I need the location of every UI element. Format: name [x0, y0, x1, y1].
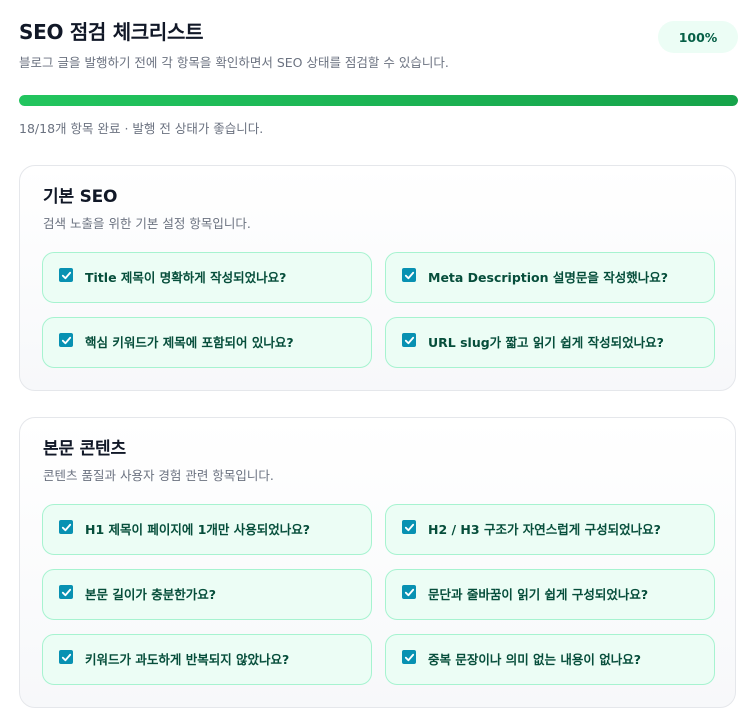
header: SEO 점검 체크리스트 블로그 글을 발행하기 전에 각 항목을 확인하면서 … [19, 18, 738, 72]
checklist-item[interactable]: 핵심 키워드가 제목에 포함되어 있나요? [42, 317, 372, 368]
checkbox-checked-icon[interactable] [402, 650, 416, 664]
section-basic-seo: 기본 SEO 검색 노출을 위한 기본 설정 항목입니다. Title 제목이 … [19, 165, 736, 391]
checklist-item[interactable]: 중복 문장이나 의미 없는 내용이 없나요? [385, 634, 715, 685]
checklist-item[interactable]: 본문 길이가 충분한가요? [42, 569, 372, 620]
section-description: 검색 노출을 위한 기본 설정 항목입니다. [43, 216, 251, 231]
progress-bar [19, 95, 738, 106]
checklist-item[interactable]: H1 제목이 페이지에 1개만 사용되었나요? [42, 504, 372, 555]
checkbox-checked-icon[interactable] [59, 650, 73, 664]
checklist-item-label: 키워드가 과도하게 반복되지 않았나요? [85, 652, 290, 667]
checklist-grid: Title 제목이 명확하게 작성되었나요? Meta Description … [42, 252, 716, 368]
checklist-item[interactable]: H2 / H3 구조가 자연스럽게 구성되었나요? [385, 504, 715, 555]
checklist-item[interactable]: 문단과 줄바꿈이 읽기 쉽게 구성되었나요? [385, 569, 715, 620]
checklist-item-label: 본문 길이가 충분한가요? [85, 587, 216, 602]
page-subtitle: 블로그 글을 발행하기 전에 각 항목을 확인하면서 SEO 상태를 점검할 수… [19, 55, 449, 70]
checklist-item-label: Meta Description 설명문을 작성했나요? [428, 270, 668, 285]
checkbox-checked-icon[interactable] [402, 268, 416, 282]
checklist-item[interactable]: 키워드가 과도하게 반복되지 않았나요? [42, 634, 372, 685]
checkbox-checked-icon[interactable] [59, 333, 73, 347]
checklist-item[interactable]: URL slug가 짧고 읽기 쉽게 작성되었나요? [385, 317, 715, 368]
checklist-item-label: 문단과 줄바꿈이 읽기 쉽게 구성되었나요? [428, 587, 649, 602]
checklist-item[interactable]: Meta Description 설명문을 작성했나요? [385, 252, 715, 303]
section-body-content: 본문 콘텐츠 콘텐츠 품질과 사용자 경험 관련 항목입니다. H1 제목이 페… [19, 417, 736, 708]
checklist-item[interactable]: Title 제목이 명확하게 작성되었나요? [42, 252, 372, 303]
checkbox-checked-icon[interactable] [59, 520, 73, 534]
progress-status-text: 18/18개 항목 완료 · 발행 전 상태가 좋습니다. [19, 121, 264, 136]
checklist-item-label: Title 제목이 명확하게 작성되었나요? [85, 270, 287, 285]
checklist-item-label: H2 / H3 구조가 자연스럽게 구성되었나요? [428, 522, 661, 537]
section-description: 콘텐츠 품질과 사용자 경험 관련 항목입니다. [43, 468, 274, 483]
checkbox-checked-icon[interactable] [59, 585, 73, 599]
checkbox-checked-icon[interactable] [402, 520, 416, 534]
checkbox-checked-icon[interactable] [402, 333, 416, 347]
section-title: 본문 콘텐츠 [43, 439, 126, 459]
checklist-item-label: 중복 문장이나 의미 없는 내용이 없나요? [428, 652, 642, 667]
progress-fill [19, 95, 738, 106]
completion-badge: 100% [658, 21, 738, 53]
seo-checklist-page: SEO 점검 체크리스트 블로그 글을 발행하기 전에 각 항목을 확인하면서 … [0, 0, 749, 712]
checkbox-checked-icon[interactable] [59, 268, 73, 282]
section-title: 기본 SEO [43, 187, 118, 207]
checklist-item-label: 핵심 키워드가 제목에 포함되어 있나요? [85, 335, 294, 350]
checklist-item-label: URL slug가 짧고 읽기 쉽게 작성되었나요? [428, 335, 664, 350]
checklist-grid: H1 제목이 페이지에 1개만 사용되었나요? H2 / H3 구조가 자연스럽… [42, 504, 716, 685]
checkbox-checked-icon[interactable] [402, 585, 416, 599]
page-title: SEO 점검 체크리스트 [19, 20, 204, 44]
checklist-item-label: H1 제목이 페이지에 1개만 사용되었나요? [85, 522, 311, 537]
